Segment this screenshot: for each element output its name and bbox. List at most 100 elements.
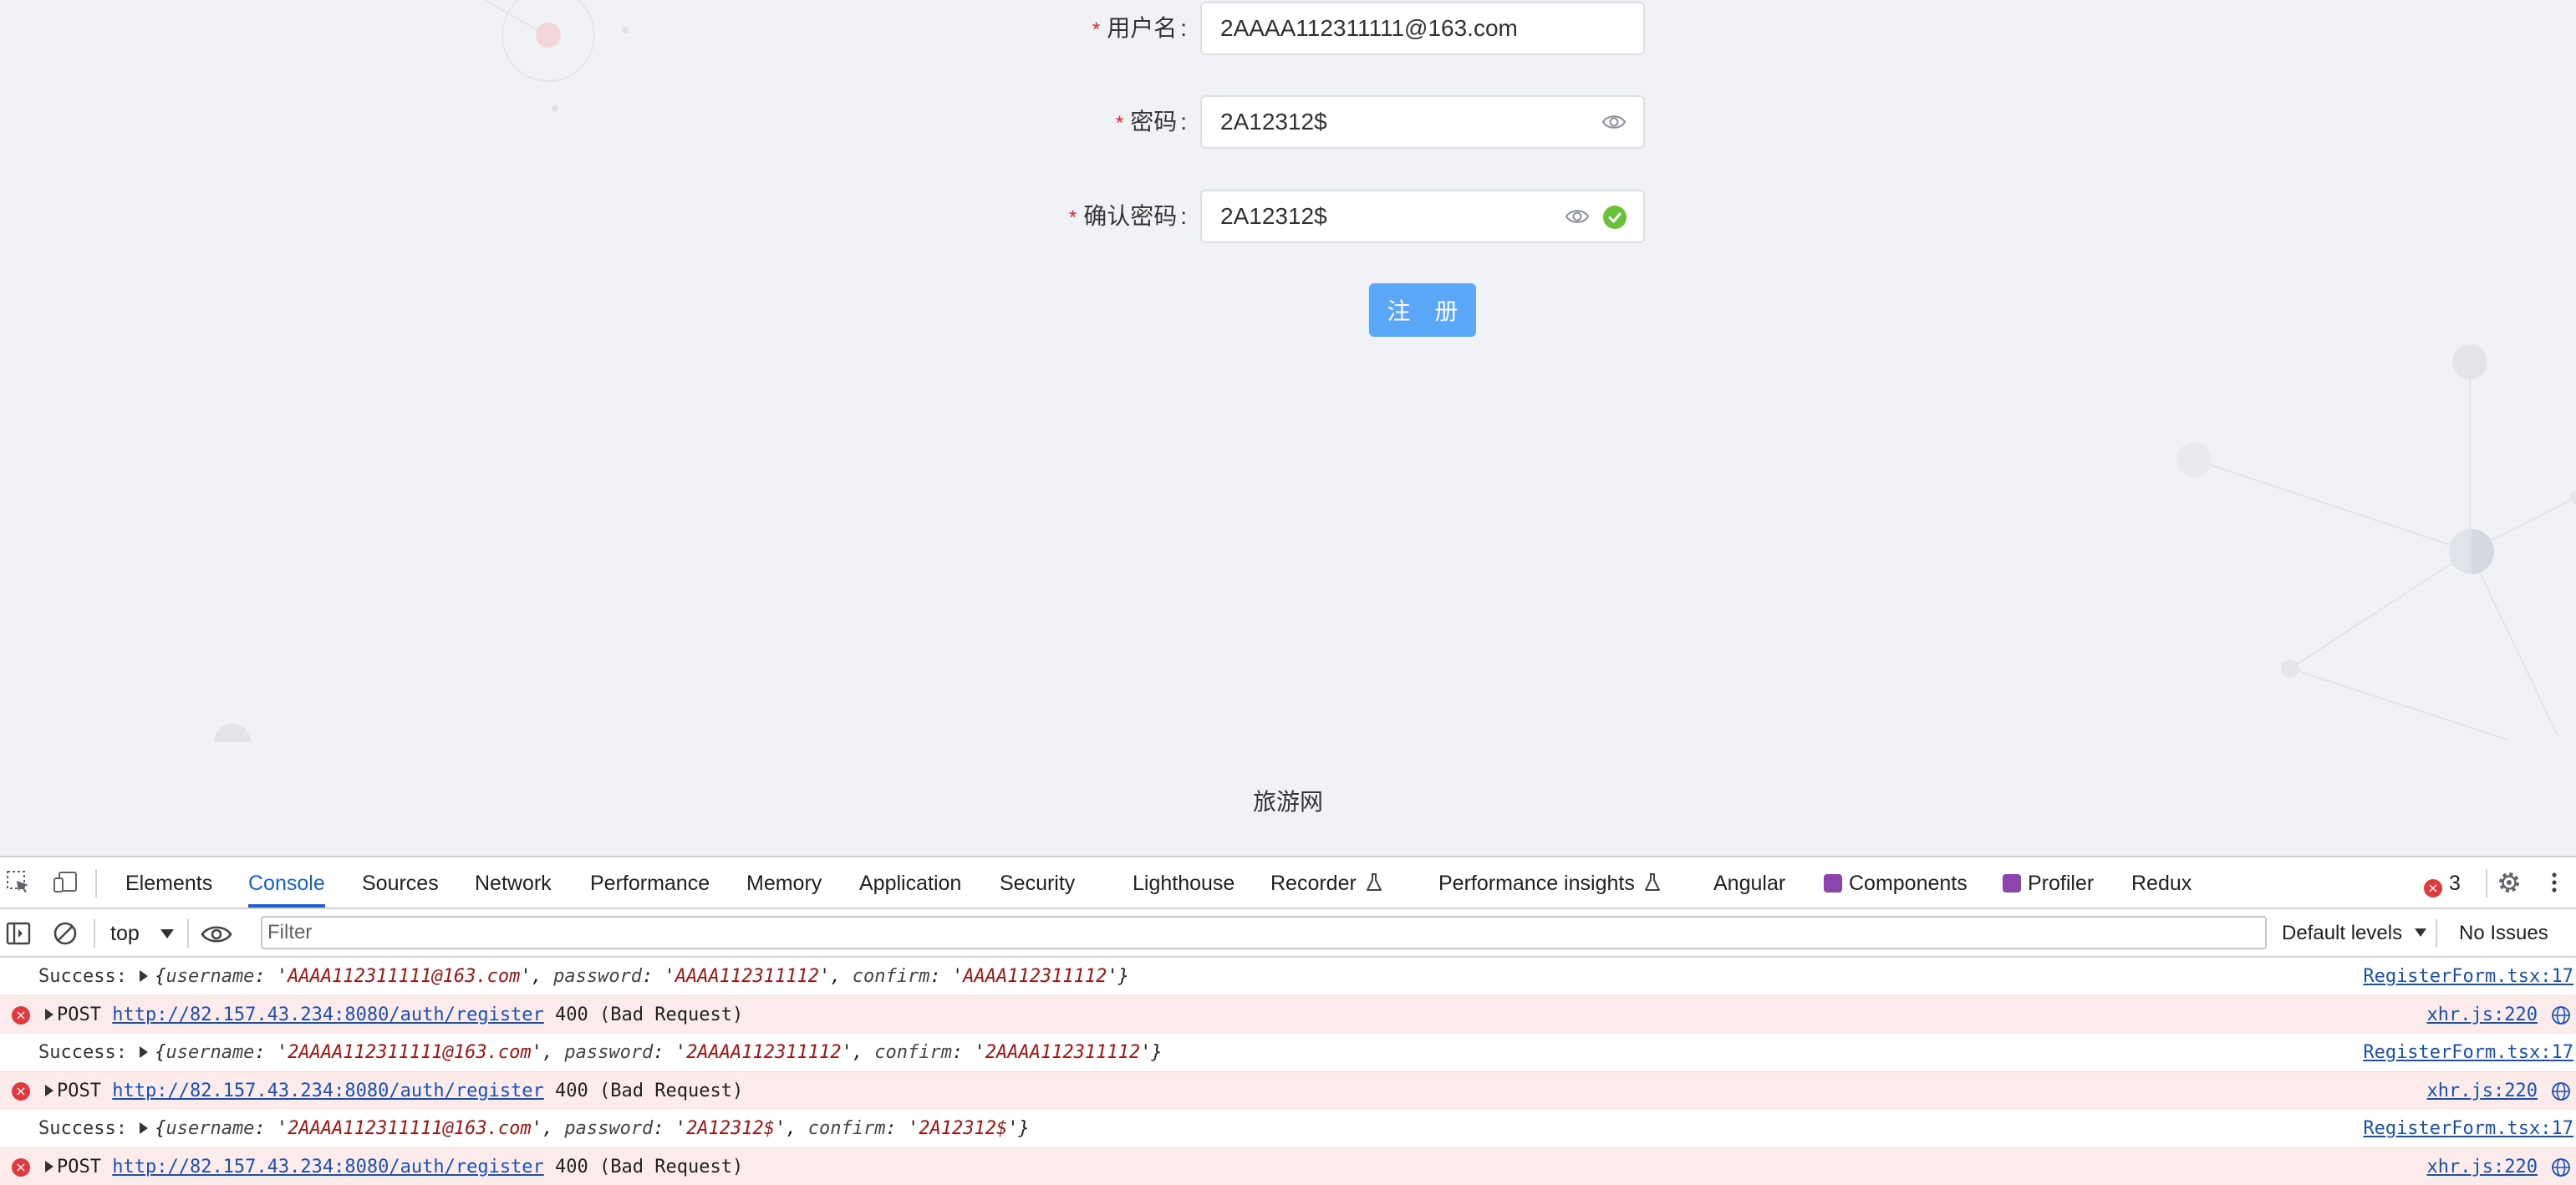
console-toolbar: top Default levels No Issues bbox=[0, 909, 2576, 958]
live-expression-eye-icon[interactable] bbox=[201, 921, 232, 948]
required-mark: * bbox=[1092, 18, 1101, 41]
tab-recorder[interactable]: Recorder bbox=[1270, 857, 1383, 908]
tab-elements[interactable]: Elements bbox=[125, 857, 212, 908]
source-link[interactable]: xhr.js:220 bbox=[2427, 996, 2538, 1035]
response-status: 400 (Bad Request) bbox=[555, 1004, 744, 1025]
confirm-password-label: * 确认密码: bbox=[1069, 190, 1187, 243]
required-mark: * bbox=[1068, 206, 1077, 229]
site-footer: 旅游网 bbox=[1252, 788, 1323, 816]
request-method: POST bbox=[57, 1004, 101, 1025]
register-button[interactable]: 注 册 bbox=[1369, 283, 1476, 337]
devtools-tab-bar: Elements Console Sources Network Perform… bbox=[0, 857, 2576, 909]
console-error-line: × POST http://82.157.43.234:8080/auth/re… bbox=[0, 1071, 2576, 1110]
error-count-badge[interactable]: × 3 bbox=[2424, 857, 2461, 908]
response-status: 400 (Bad Request) bbox=[555, 1081, 744, 1101]
log-prefix: Success: bbox=[38, 1042, 127, 1063]
experimental-flask-icon bbox=[1366, 873, 1382, 891]
tab-memory[interactable]: Memory bbox=[746, 857, 822, 908]
source-link[interactable]: xhr.js:220 bbox=[2427, 1072, 2538, 1111]
toolbar-divider bbox=[95, 869, 97, 898]
username-value: 2AAAA112311111@163.com bbox=[288, 1118, 532, 1139]
clear-console-icon[interactable] bbox=[52, 920, 79, 947]
log-prefix: Success: bbox=[38, 1118, 127, 1139]
more-options-icon[interactable] bbox=[2544, 869, 2564, 896]
error-icon: × bbox=[2424, 879, 2442, 898]
source-link[interactable]: RegisterForm.tsx:17 bbox=[2363, 1034, 2573, 1072]
label-colon: : bbox=[1180, 109, 1187, 135]
expand-triangle-icon[interactable] bbox=[140, 970, 149, 982]
username-input[interactable] bbox=[1220, 3, 1555, 53]
issues-counter[interactable]: No Issues bbox=[2459, 909, 2548, 958]
password-input[interactable] bbox=[1220, 97, 1555, 147]
console-log-line: Success: {username: '2AAAA112311111@163.… bbox=[0, 1110, 2576, 1148]
dropdown-caret-icon bbox=[160, 929, 174, 938]
console-error-line: × POST http://82.157.43.234:8080/auth/re… bbox=[0, 1147, 2576, 1185]
network-globe-icon[interactable] bbox=[2551, 1005, 2571, 1025]
register-page: * 用户名: * 密码: * 确认密码: bbox=[0, 0, 2576, 856]
source-link[interactable]: RegisterForm.tsx:17 bbox=[2363, 958, 2573, 996]
sidebar-toggle-icon[interactable] bbox=[5, 920, 32, 947]
tab-components-label: Components bbox=[1849, 872, 1968, 895]
context-selector[interactable]: top bbox=[110, 909, 174, 958]
network-globe-icon[interactable] bbox=[2551, 1081, 2571, 1101]
inspect-element-icon[interactable] bbox=[5, 869, 32, 896]
tab-console[interactable]: Console bbox=[248, 857, 325, 908]
request-url-link[interactable]: http://82.157.43.234:8080/auth/register bbox=[112, 1157, 544, 1177]
error-icon: × bbox=[12, 1006, 30, 1025]
devtools-panel: Elements Console Sources Network Perform… bbox=[0, 856, 2576, 1185]
react-icon bbox=[1824, 874, 1842, 893]
settings-gear-icon[interactable] bbox=[2496, 869, 2523, 896]
check-circle-icon bbox=[1603, 206, 1627, 229]
tab-lighthouse[interactable]: Lighthouse bbox=[1133, 857, 1235, 908]
dropdown-caret-icon bbox=[2414, 928, 2426, 937]
request-url-link[interactable]: http://82.157.43.234:8080/auth/register bbox=[112, 1004, 544, 1025]
tab-redux[interactable]: Redux bbox=[2131, 857, 2192, 908]
tab-profiler[interactable]: Profiler bbox=[2003, 857, 2094, 908]
tab-application[interactable]: Application bbox=[859, 857, 961, 908]
expand-triangle-icon[interactable] bbox=[45, 1085, 53, 1096]
expand-triangle-icon[interactable] bbox=[45, 1161, 53, 1172]
username-input-wrapper[interactable] bbox=[1200, 2, 1645, 55]
log-prefix: Success: bbox=[38, 966, 127, 987]
log-object[interactable]: {username: 'AAAA112311111@163.com', pass… bbox=[155, 966, 1129, 987]
console-filter-input[interactable] bbox=[261, 916, 2267, 949]
tab-performance-insights[interactable]: Performance insights bbox=[1438, 857, 1662, 908]
network-globe-icon[interactable] bbox=[2551, 1157, 2571, 1177]
tab-sources[interactable]: Sources bbox=[362, 857, 439, 908]
tab-network[interactable]: Network bbox=[475, 857, 552, 908]
confirm-value: 2AAAA112311112 bbox=[985, 1042, 1141, 1063]
source-link[interactable]: RegisterForm.tsx:17 bbox=[2363, 1110, 2573, 1148]
label-colon: : bbox=[1180, 203, 1187, 229]
password-input-wrapper[interactable] bbox=[1200, 95, 1645, 149]
username-value: AAAA112311111@163.com bbox=[288, 966, 521, 987]
tab-components[interactable]: Components bbox=[1824, 857, 1968, 908]
expand-triangle-icon[interactable] bbox=[140, 1046, 149, 1058]
confirm-value: 2A12312$ bbox=[919, 1118, 1008, 1139]
tab-security[interactable]: Security bbox=[1000, 857, 1075, 908]
eye-icon[interactable] bbox=[1601, 111, 1627, 133]
tab-angular[interactable]: Angular bbox=[1713, 857, 1785, 908]
device-toolbar-icon[interactable] bbox=[52, 869, 79, 896]
log-message: Success: {username: 'AAAA112311111@163.c… bbox=[38, 958, 1129, 996]
expand-triangle-icon[interactable] bbox=[140, 1122, 149, 1134]
console-log-line: Success: {username: '2AAAA112311111@163.… bbox=[0, 1034, 2576, 1072]
experimental-flask-icon bbox=[1644, 873, 1660, 891]
log-message: Success: {username: '2AAAA112311111@163.… bbox=[38, 1110, 1030, 1148]
expand-triangle-icon[interactable] bbox=[45, 1009, 53, 1020]
request-url-link[interactable]: http://82.157.43.234:8080/auth/register bbox=[112, 1081, 544, 1101]
source-link[interactable]: xhr.js:220 bbox=[2427, 1148, 2538, 1185]
error-icon: × bbox=[12, 1082, 30, 1101]
eye-icon[interactable] bbox=[1565, 206, 1590, 227]
log-levels-dropdown[interactable]: Default levels bbox=[2282, 909, 2426, 958]
confirm-password-input-wrapper[interactable] bbox=[1200, 190, 1645, 243]
toolbar-divider bbox=[2486, 869, 2487, 898]
confirm-password-form-item: * 确认密码: bbox=[0, 190, 2576, 243]
password-label: * 密码: bbox=[1116, 95, 1187, 149]
confirm-password-input[interactable] bbox=[1220, 191, 1555, 242]
log-object[interactable]: {username: '2AAAA112311111@163.com', pas… bbox=[155, 1118, 1030, 1139]
log-object[interactable]: {username: '2AAAA112311111@163.com', pas… bbox=[155, 1042, 1162, 1063]
tab-performance[interactable]: Performance bbox=[590, 857, 710, 908]
toolbar-divider bbox=[2436, 919, 2437, 948]
console-error-line: × POST http://82.157.43.234:8080/auth/re… bbox=[0, 995, 2576, 1034]
tab-performance-insights-label: Performance insights bbox=[1438, 872, 1635, 895]
